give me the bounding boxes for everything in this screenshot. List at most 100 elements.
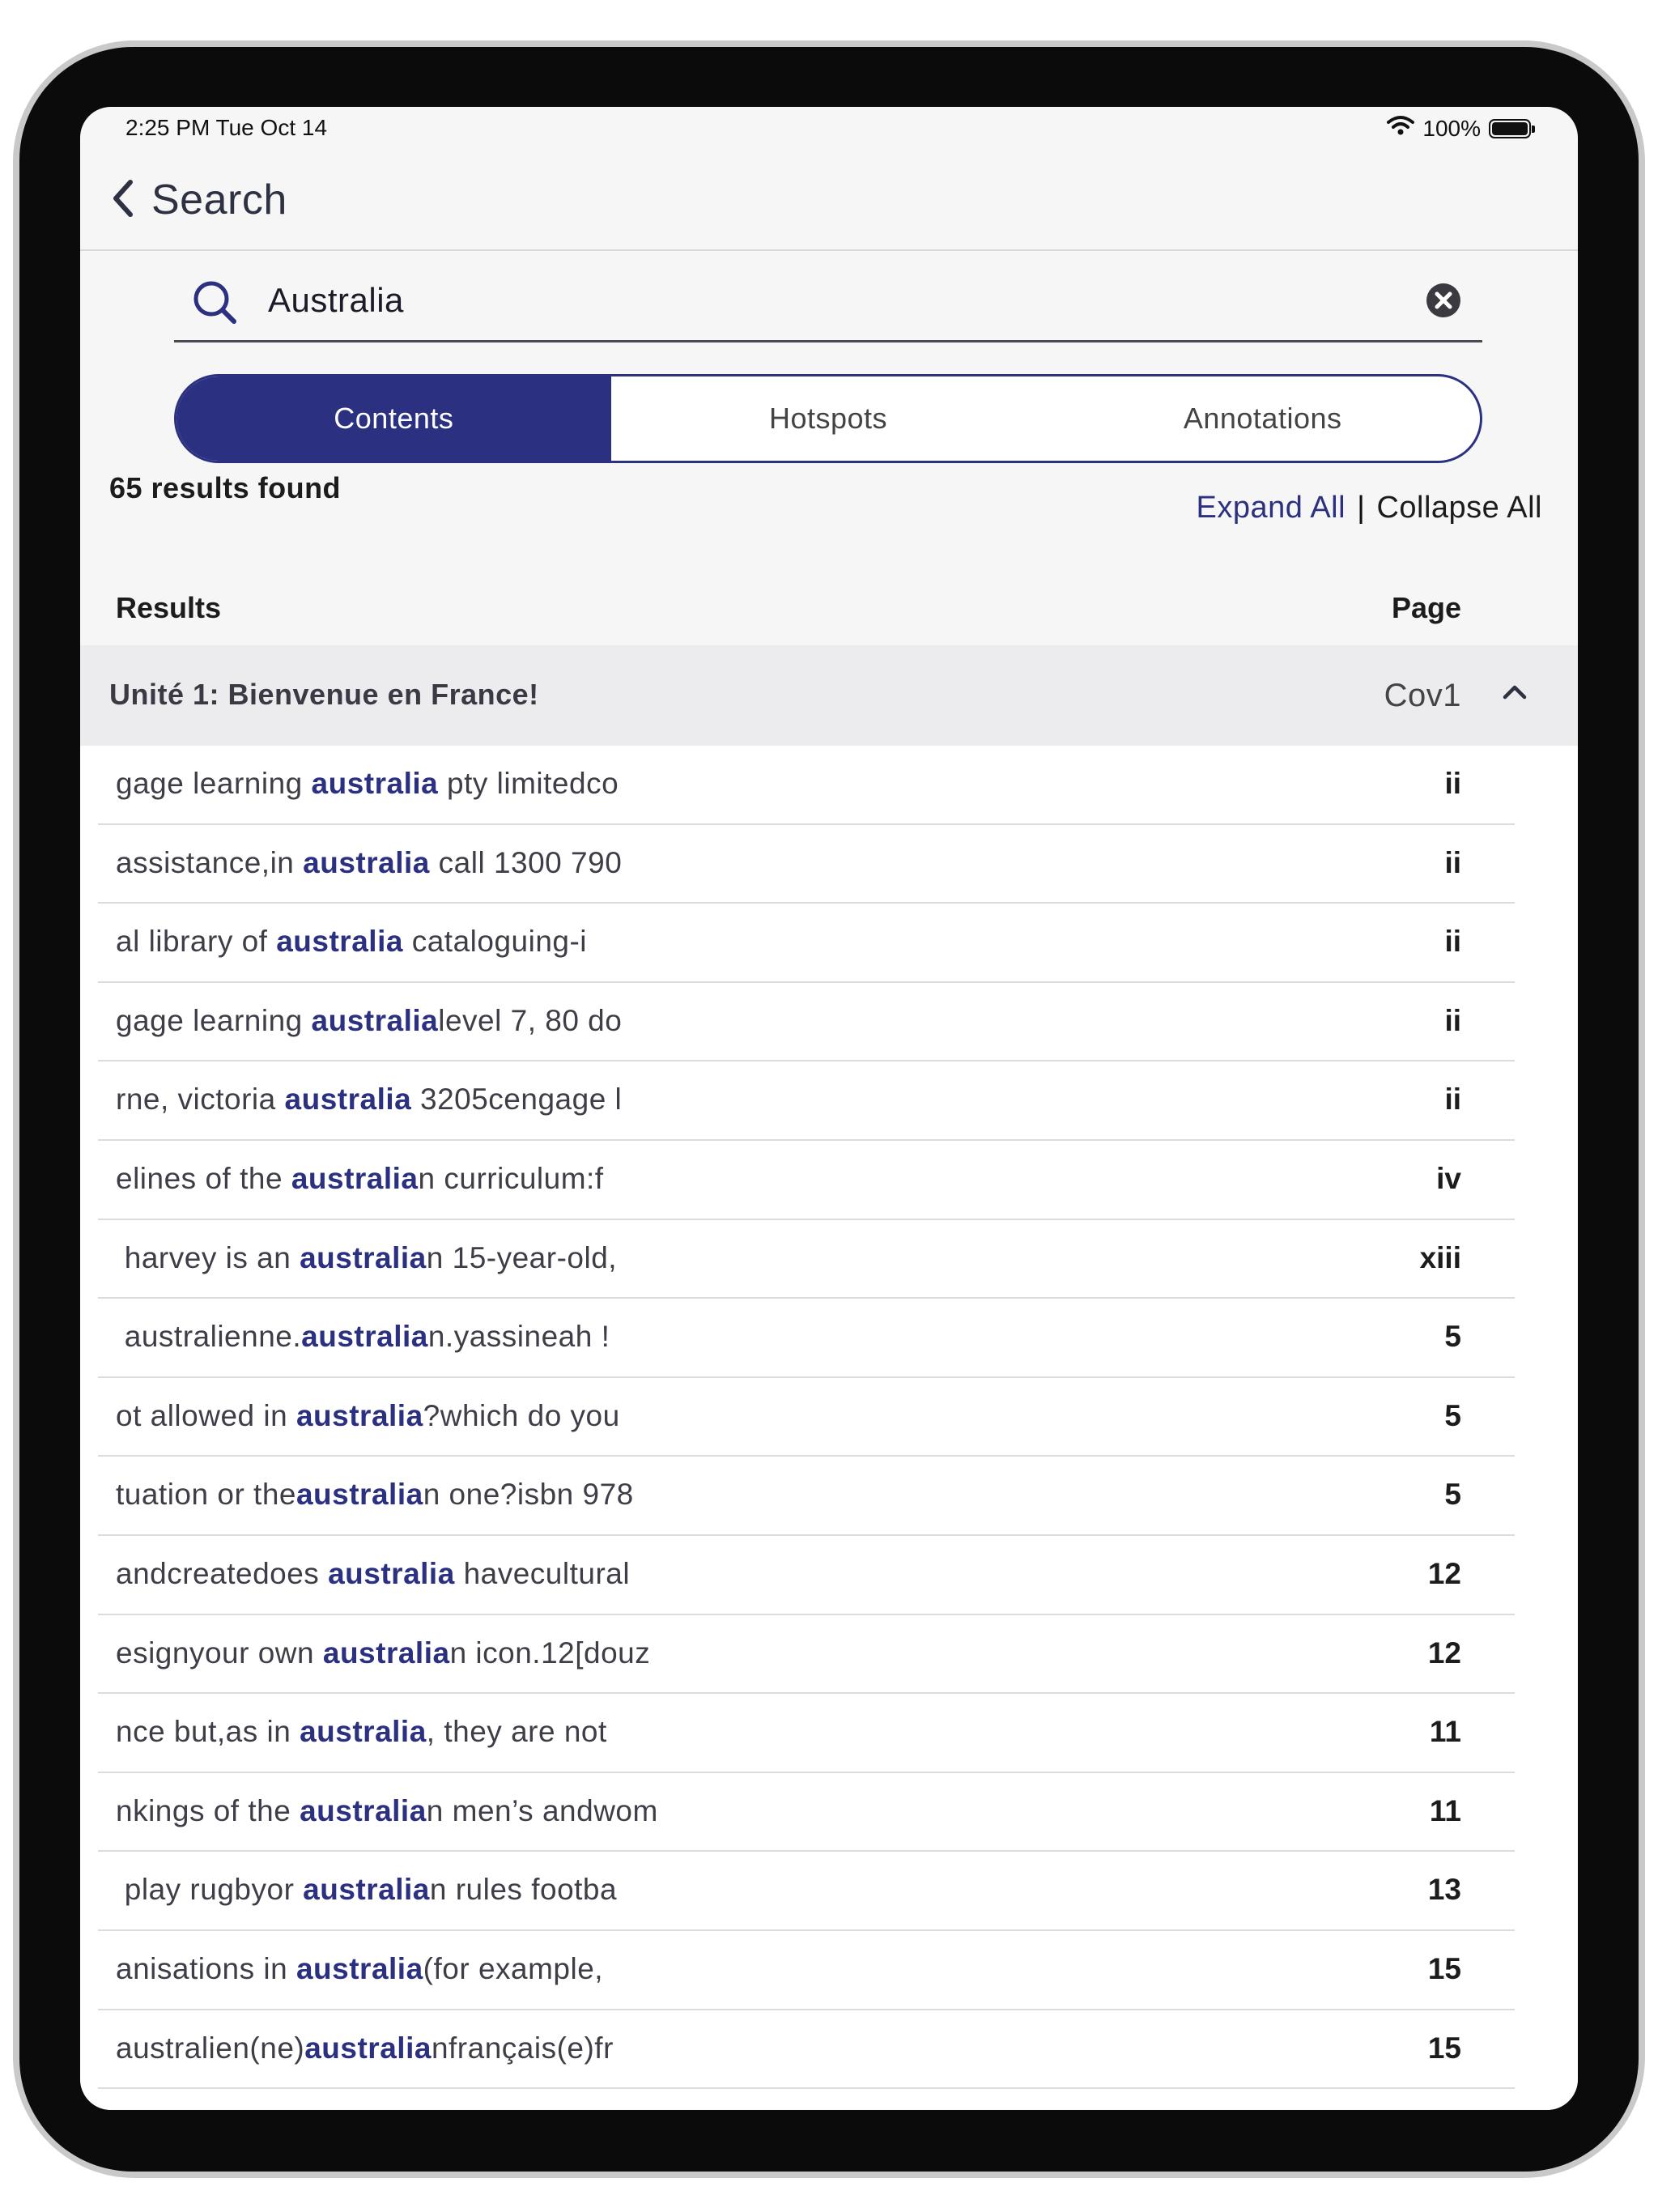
snippet-before: rne, victoria [116, 1083, 285, 1117]
snippet-before: ot allowed in [116, 1398, 296, 1432]
nav-header: Search [80, 154, 1578, 251]
snippet-after: n 15-year-old, [426, 1240, 618, 1274]
result-page: 11 [1429, 1715, 1461, 1749]
snippet-before: gage learning [116, 1003, 312, 1037]
collapse-all-link[interactable]: Collapse All [1376, 491, 1542, 525]
snippet-before: esignyour own [116, 1636, 323, 1670]
snippet-after: ?which do you [423, 1398, 620, 1432]
status-bar: 2:25 PM Tue Oct 14 100% [80, 107, 1578, 154]
snippet-match: australia [303, 845, 430, 879]
snippet-before: gage learning [116, 767, 312, 800]
section-header-row[interactable]: Unité 1: Bienvenue en France! Cov1 [80, 645, 1578, 746]
chevron-up-icon[interactable] [1502, 684, 1528, 704]
snippet-match: australia [295, 1951, 423, 1985]
snippet-match: australia [295, 1398, 423, 1432]
tab-annotations[interactable]: Annotations [1045, 376, 1480, 461]
result-page: 12 [1427, 1636, 1461, 1670]
expand-collapse-controls: Expand All | Collapse All [1196, 491, 1542, 525]
result-snippet: tuation or theaustralian one?isbn 978 [116, 1478, 634, 1512]
result-page: 5 [1444, 1398, 1461, 1432]
result-row[interactable]: play rugbyor australian rules footba 13 [98, 1852, 1515, 1931]
result-snippet: rne, victoria australia 3205cengage l [116, 1083, 622, 1117]
result-snippet: elines of the australian curriculum:f [116, 1162, 604, 1196]
result-snippet: nce but,as in australia, they are not [116, 1715, 607, 1749]
snippet-before: tuation or the [116, 1478, 296, 1512]
result-snippet: andcreatedoes australia havecultural [116, 1557, 630, 1591]
column-page-label: Page [1391, 591, 1461, 624]
result-row[interactable]: australien(ne)australianfrançais(e)fr 15 [98, 2010, 1515, 2090]
result-page: xiii [1419, 1240, 1461, 1274]
snippet-match: australia [291, 1161, 419, 1195]
result-page: 15 [1427, 2031, 1461, 2065]
result-row[interactable]: andcreatedoes australia havecultural 12 [98, 1536, 1515, 1615]
snippet-before: nkings of the [116, 1793, 300, 1827]
clear-search-icon[interactable] [1426, 283, 1461, 322]
result-row[interactable]: nce but,as in australia, they are not 11 [98, 1694, 1515, 1773]
result-row[interactable]: elines of the australian curriculum:f iv [98, 1141, 1515, 1220]
snippet-match: australia [304, 2031, 432, 2065]
result-row[interactable]: gage learning australialevel 7, 80 do ii [98, 983, 1515, 1062]
wifi-icon [1387, 115, 1415, 142]
snippet-before: elines of the [116, 1161, 291, 1195]
snippet-before: assistance,in [116, 845, 304, 879]
result-page: ii [1444, 845, 1461, 879]
snippet-after: cataloguing-i [402, 925, 588, 959]
search-input[interactable] [268, 274, 1369, 326]
result-row[interactable]: al library of australia cataloguing-i ii [98, 904, 1515, 983]
result-page: ii [1444, 1003, 1461, 1037]
expand-all-link[interactable]: Expand All [1196, 491, 1346, 525]
result-row[interactable]: anisations in australia(for example, 15 [98, 1931, 1515, 2010]
back-button[interactable]: Search [111, 172, 287, 228]
result-page: ii [1444, 1083, 1461, 1117]
snippet-after: nfrançais(e)fr [431, 2031, 614, 2065]
snippet-match: australia [301, 1320, 428, 1354]
result-snippet: australien(ne)australianfrançais(e)fr [116, 2031, 614, 2065]
result-snippet: ot allowed in australia?which do you [116, 1399, 620, 1433]
column-results-label: Results [116, 591, 222, 624]
result-row[interactable]: gage learning australia pty limitedco ii [98, 746, 1515, 825]
snippet-match: australia [284, 1083, 412, 1117]
result-row[interactable]: ot allowed in australia?which do you 5 [98, 1378, 1515, 1457]
snippet-before: australien(ne) [116, 2031, 305, 2065]
snippet-after: call 1300 790 [429, 845, 623, 879]
snippet-before: anisations in [116, 1951, 296, 1985]
result-page: ii [1444, 767, 1461, 800]
result-row[interactable]: harvey is an australian 15-year-old, xiii [98, 1220, 1515, 1300]
snippet-after: , they are not [426, 1715, 607, 1749]
results-count: 65 results found [109, 471, 342, 504]
snippet-after: n icon.12[douz [449, 1636, 651, 1670]
result-row[interactable]: australienne.australian.yassineah ! 5 [98, 1299, 1515, 1378]
search-icon [192, 279, 237, 329]
page-title: Search [151, 177, 287, 223]
result-row[interactable]: rne, victoria australia 3205cengage l ii [98, 1061, 1515, 1141]
snippet-after: n men’s andwom [426, 1793, 658, 1827]
results-list: gage learning australia pty limitedco ii a… [80, 746, 1578, 2110]
snippet-before: harvey is an [116, 1240, 300, 1274]
result-snippet: assistance,in australia call 1300 790 [116, 846, 622, 880]
snippet-match: australia [322, 1636, 450, 1670]
snippet-after: n rules footba [429, 1873, 618, 1907]
result-page: ii [1444, 925, 1461, 959]
result-snippet: esignyour own australian icon.12[douz [116, 1636, 650, 1670]
snippet-after: (for example, [423, 1951, 604, 1985]
battery-percent: 100% [1422, 115, 1481, 141]
result-snippet: gage learning australialevel 7, 80 do [116, 1004, 622, 1038]
battery-icon [1489, 118, 1535, 138]
result-row[interactable]: assistance,in australia call 1300 790 ii [98, 825, 1515, 904]
app-screen: 2:25 PM Tue Oct 14 100% Search Australia… [80, 107, 1578, 2110]
tab-contents[interactable]: Contents [176, 376, 611, 461]
result-page: 5 [1444, 1320, 1461, 1354]
result-row[interactable]: nkings of the australian men’s andwom 11 [98, 1773, 1515, 1853]
result-page: iv [1436, 1161, 1461, 1195]
result-row[interactable]: esignyour own australian icon.12[douz 12 [98, 1615, 1515, 1695]
section-page: Cov1 [1384, 678, 1461, 713]
search-bar [174, 257, 1482, 342]
snippet-after: havecultural [454, 1556, 631, 1590]
result-row[interactable]: tuation or theaustralian one?isbn 978 5 [98, 1457, 1515, 1536]
result-snippet: harvey is an australian 15-year-old, [116, 1241, 617, 1275]
tab-hotspots[interactable]: Hotspots [611, 376, 1046, 461]
snippet-after: pty limitedco [438, 767, 619, 800]
snippet-after: 3205cengage l [411, 1083, 623, 1117]
snippet-match: australia [300, 1715, 427, 1749]
snippet-match: australia [311, 767, 439, 800]
